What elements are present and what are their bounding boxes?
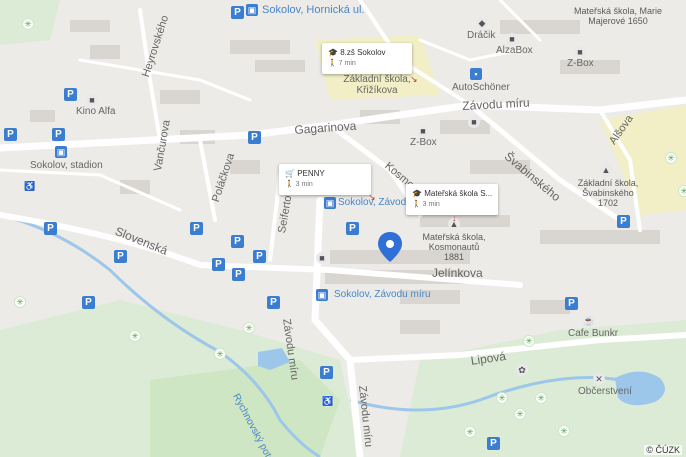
poi-label[interactable]: Z-Box	[410, 137, 437, 148]
parking-icon[interactable]: P	[346, 222, 359, 235]
poi-label[interactable]: AlzaBox	[496, 45, 533, 56]
poi-label[interactable]: Občerstvení	[578, 386, 632, 397]
accessibility-icon[interactable]: ♿	[322, 395, 334, 407]
parking-icon[interactable]: P	[231, 6, 244, 19]
place-card[interactable]: 🎓 Mateřská škola S... 🚶 3 min	[406, 184, 498, 215]
bus-stop-label[interactable]: Sokolov, Hornická ul.	[262, 4, 365, 16]
park-icon[interactable]: ✳	[22, 18, 34, 30]
parking-icon[interactable]: P	[487, 437, 500, 450]
park-icon[interactable]: ✳	[214, 348, 226, 360]
park-icon[interactable]: ✳	[464, 426, 476, 438]
cart-icon: 🛒	[285, 169, 295, 178]
park-icon[interactable]: ✳	[558, 425, 570, 437]
school-icon: 🎓	[328, 48, 338, 57]
poi-label[interactable]: Základní škola, Křižíkova	[342, 74, 412, 96]
card-pointer-icon: ↓	[452, 213, 457, 223]
place-card[interactable]: 🎓 8.zš Sokolov 🚶 7 min	[322, 43, 412, 74]
shop-icon[interactable]: ■	[468, 116, 480, 128]
bus-icon[interactable]: ▣	[316, 289, 328, 301]
map-view[interactable]: Sokolov, Hornická ul. ▣ Heyrovského Kino…	[0, 0, 686, 457]
street-label: Závodu míru	[461, 95, 530, 113]
park-icon[interactable]: ✳	[535, 392, 547, 404]
walk-icon: 🚶	[412, 201, 421, 208]
parking-icon[interactable]: P	[248, 131, 261, 144]
park-icon[interactable]: ✳	[496, 392, 508, 404]
park-icon[interactable]: ✳	[129, 330, 141, 342]
map-copyright: © ČÚZK	[644, 445, 682, 455]
parking-icon[interactable]: P	[190, 222, 203, 235]
place-card-title: Mateřská škola S...	[424, 189, 493, 198]
bus-icon[interactable]: ▣	[246, 4, 258, 16]
parking-icon[interactable]: P	[253, 250, 266, 263]
accessibility-icon[interactable]: ♿	[24, 180, 36, 192]
poi-label[interactable]: Dráčik	[467, 30, 495, 41]
parking-icon[interactable]: P	[64, 88, 77, 101]
walk-icon: 🚶	[285, 181, 294, 188]
parking-icon[interactable]: P	[114, 250, 127, 263]
parking-icon[interactable]: P	[232, 268, 245, 281]
poi-label[interactable]: Cafe Bunkr	[568, 328, 618, 339]
poi-label[interactable]: AutoSchöner	[452, 82, 510, 93]
cafe-icon[interactable]: ☕	[583, 315, 595, 327]
shop-icon[interactable]: ◆	[476, 17, 488, 29]
poi-label[interactable]: Sokolov, stadion	[30, 160, 103, 171]
parking-icon[interactable]: P	[44, 222, 57, 235]
poi-label[interactable]: Mateřská škola, Marie Majerové 1650	[568, 6, 668, 26]
cinema-icon[interactable]: ■	[86, 94, 98, 106]
card-pointer-icon: ↘	[368, 192, 376, 202]
park-icon[interactable]: ✳	[243, 322, 255, 334]
package-icon[interactable]: ■	[506, 33, 518, 45]
place-card-title: 8.zš Sokolov	[340, 48, 386, 57]
car-icon[interactable]: ▪	[470, 68, 482, 80]
place-card[interactable]: 🛒 PENNY 🚶 3 min	[279, 164, 371, 195]
street-label: Jelínkova	[432, 266, 483, 280]
parking-icon[interactable]: P	[212, 258, 225, 271]
poi-label[interactable]: Mateřská škola, Kosmonautů 1881	[418, 232, 490, 262]
poi-label[interactable]: Z-Box	[567, 58, 594, 69]
shop-icon[interactable]: ■	[316, 252, 328, 264]
park-icon[interactable]: ✳	[523, 335, 535, 347]
school-icon: 🎓	[412, 189, 422, 198]
park-icon[interactable]: ✳	[514, 408, 526, 420]
park-icon[interactable]: ✳	[678, 185, 686, 197]
parking-icon[interactable]: P	[267, 296, 280, 309]
place-card-walk-time: 7 min	[338, 60, 356, 67]
school-icon[interactable]: ▲	[600, 164, 612, 176]
park-icon[interactable]: ✳	[665, 152, 677, 164]
package-icon[interactable]: ■	[417, 125, 429, 137]
parking-icon[interactable]: P	[4, 128, 17, 141]
parking-icon[interactable]: P	[617, 215, 630, 228]
parking-icon[interactable]: P	[231, 235, 244, 248]
parking-icon[interactable]: P	[320, 366, 333, 379]
bus-icon[interactable]: ▣	[324, 197, 336, 209]
parking-icon[interactable]: P	[52, 128, 65, 141]
poi-label[interactable]: Základní škola, Švabinského 1702	[572, 178, 644, 208]
walk-icon: 🚶	[328, 60, 337, 67]
package-icon[interactable]: ■	[574, 46, 586, 58]
card-pointer-icon: ↘	[410, 74, 418, 84]
paw-icon[interactable]: ✿	[516, 364, 528, 376]
park-icon[interactable]: ✳	[14, 296, 26, 308]
food-icon[interactable]: ✕	[593, 373, 605, 385]
poi-label[interactable]: Kino Alfa	[76, 106, 115, 117]
place-card-walk-time: 3 min	[295, 181, 313, 188]
bus-icon[interactable]: ▣	[55, 146, 67, 158]
parking-icon[interactable]: P	[82, 296, 95, 309]
place-card-walk-time: 3 min	[422, 201, 440, 208]
parking-icon[interactable]: P	[565, 297, 578, 310]
place-card-title: PENNY	[297, 169, 325, 178]
bus-stop-label[interactable]: Sokolov, Závodu míru	[334, 289, 431, 301]
